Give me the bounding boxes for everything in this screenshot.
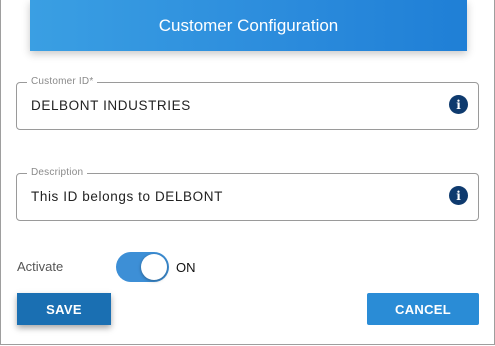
dialog-frame: Customer Configuration Customer ID* DELB…: [0, 0, 495, 345]
toggle-knob[interactable]: [141, 254, 167, 280]
description-value[interactable]: This ID belongs to DELBONT: [31, 189, 223, 204]
info-icon[interactable]: i: [449, 95, 468, 114]
customer-id-value[interactable]: DELBONT INDUSTRIES: [31, 98, 191, 113]
customer-id-field[interactable]: Customer ID* DELBONT INDUSTRIES i: [16, 76, 479, 130]
description-label: Description: [27, 167, 88, 179]
dialog-header: Customer Configuration: [30, 0, 467, 51]
dialog-title: Customer Configuration: [158, 15, 339, 35]
save-button[interactable]: SAVE: [17, 293, 111, 325]
activate-toggle[interactable]: [116, 252, 169, 282]
toggle-state-label: ON: [176, 260, 196, 275]
activate-label: Activate: [17, 259, 64, 274]
customer-id-label: Customer ID*: [27, 76, 98, 88]
description-field[interactable]: Description This ID belongs to DELBONT i: [16, 167, 479, 221]
info-icon[interactable]: i: [449, 186, 468, 205]
cancel-button[interactable]: CANCEL: [367, 293, 479, 325]
